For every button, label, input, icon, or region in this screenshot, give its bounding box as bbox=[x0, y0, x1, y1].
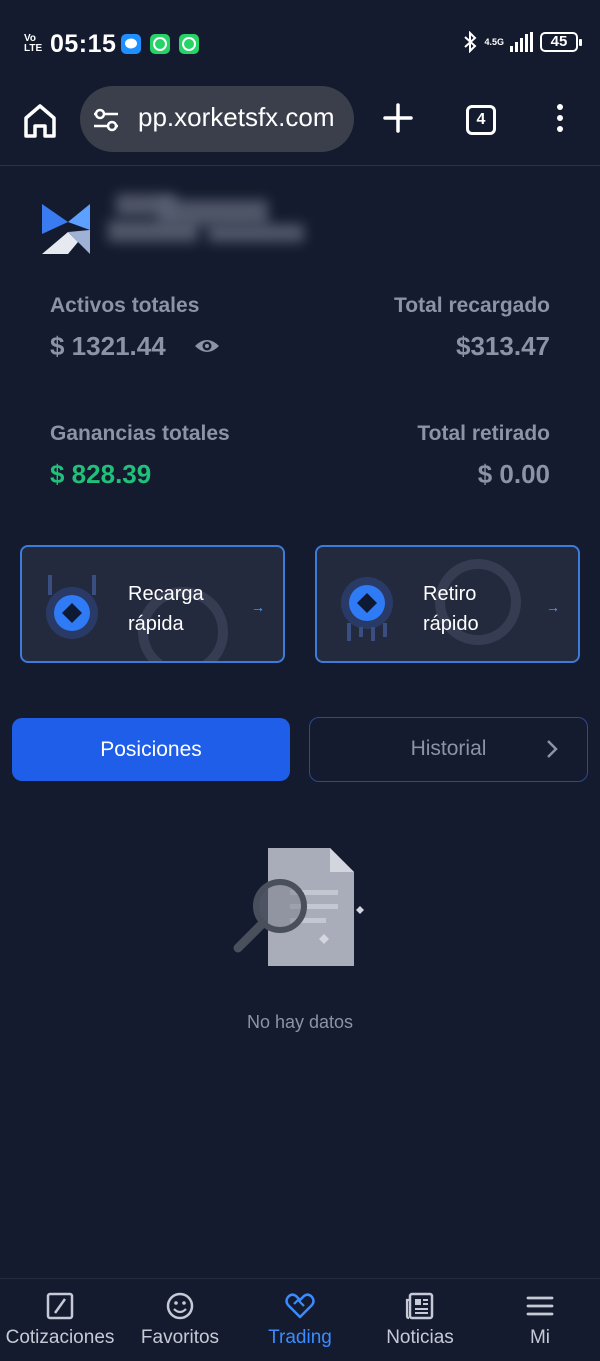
browser-toolbar: pp.xorketsfx.com 4 bbox=[0, 86, 600, 166]
arrow-right-icon: → bbox=[546, 599, 560, 615]
bluetooth-icon bbox=[464, 31, 477, 53]
total-recharged-label: Total recargado bbox=[394, 294, 550, 317]
arrow-right-icon: → bbox=[251, 599, 265, 615]
no-data-illustration bbox=[233, 848, 364, 966]
status-time: 05:15 bbox=[50, 30, 117, 58]
quick-recharge-card[interactable]: Recarga rápida → bbox=[20, 545, 285, 663]
home-icon[interactable] bbox=[20, 100, 60, 140]
nav-favoritos[interactable]: Favoritos bbox=[120, 1291, 240, 1349]
url-text: pp.xorketsfx.com bbox=[138, 102, 335, 132]
eye-icon[interactable] bbox=[194, 336, 220, 356]
positions-tab[interactable]: Posiciones bbox=[12, 718, 290, 781]
total-assets-value: $ 1321.44 bbox=[50, 331, 166, 361]
nav-noticias[interactable]: Noticias bbox=[360, 1291, 480, 1349]
nav-trading[interactable]: Trading bbox=[240, 1291, 360, 1349]
total-recharged-value: $313.47 bbox=[456, 331, 550, 361]
messenger-notification-icon bbox=[121, 34, 141, 54]
username-redacted bbox=[108, 180, 304, 260]
new-tab-icon[interactable] bbox=[382, 102, 414, 134]
total-earnings-label: Ganancias totales bbox=[50, 422, 230, 445]
signal-icon bbox=[510, 32, 533, 52]
status-bar: Vo LTE 05:15 4.5G 45 bbox=[0, 0, 600, 88]
total-earnings-value: $ 828.39 bbox=[50, 459, 152, 489]
chevron-right-icon bbox=[547, 740, 558, 758]
more-options-icon[interactable] bbox=[552, 104, 568, 134]
quick-withdraw-label: Retiro rápido bbox=[423, 583, 479, 635]
recharge-coin-icon bbox=[46, 575, 98, 639]
empty-state-text: No hay datos bbox=[246, 1012, 354, 1032]
hamburger-icon bbox=[526, 1296, 554, 1316]
address-bar[interactable]: pp.xorketsfx.com bbox=[80, 86, 354, 152]
bottom-navigation: Cotizaciones Favoritos Trading Noticias bbox=[0, 1278, 600, 1361]
nav-cotizaciones[interactable]: Cotizaciones bbox=[0, 1291, 120, 1349]
quick-withdraw-card[interactable]: Retiro rápido → bbox=[315, 545, 580, 663]
battery-indicator: 45 bbox=[540, 32, 582, 52]
quick-recharge-label: Recarga rápida bbox=[128, 583, 204, 635]
whatsapp-notification-icon bbox=[150, 34, 170, 54]
volte-indicator: Vo LTE bbox=[24, 33, 43, 54]
handshake-icon bbox=[285, 1293, 315, 1319]
history-tab[interactable]: Historial bbox=[309, 717, 588, 782]
chart-icon bbox=[46, 1292, 74, 1320]
whatsapp-notification-icon bbox=[179, 34, 199, 54]
app-logo bbox=[42, 204, 90, 254]
withdraw-coin-icon bbox=[341, 577, 393, 641]
tab-switcher-button[interactable]: 4 bbox=[466, 105, 496, 135]
total-withdrawn-value: $ 0.00 bbox=[477, 459, 550, 489]
total-withdrawn-label: Total retirado bbox=[417, 422, 550, 445]
smiley-icon bbox=[166, 1292, 194, 1320]
total-assets-label: Activos totales bbox=[50, 294, 200, 317]
newspaper-icon bbox=[405, 1292, 434, 1320]
site-settings-icon[interactable] bbox=[92, 106, 120, 134]
network-type: 4.5G bbox=[484, 36, 504, 47]
nav-mi[interactable]: Mi bbox=[480, 1291, 600, 1349]
